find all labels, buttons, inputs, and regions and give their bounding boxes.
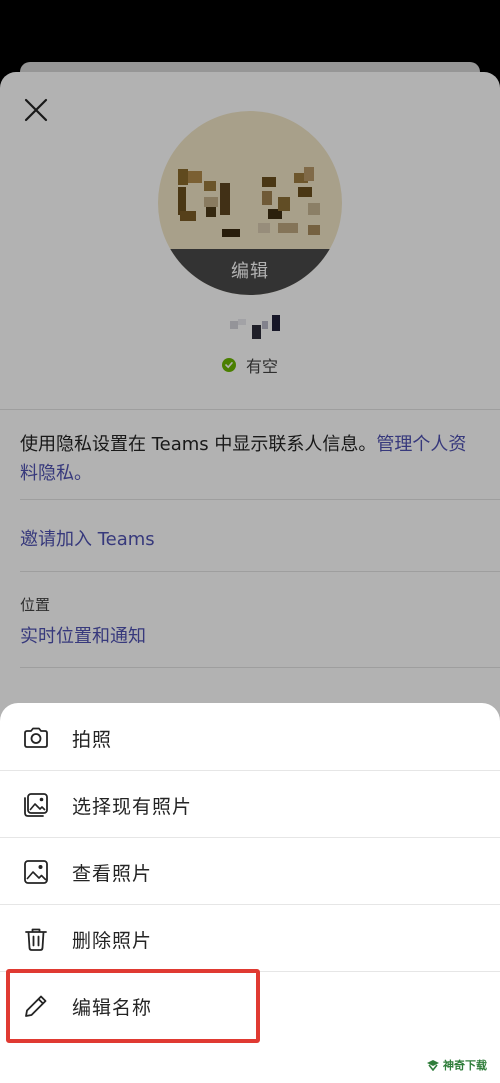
divider bbox=[0, 837, 500, 838]
watermark-text: 神奇下载 bbox=[443, 1059, 487, 1072]
view-photo-label: 查看照片 bbox=[72, 862, 153, 885]
choose-existing-photo-option[interactable]: 选择现有照片 bbox=[0, 772, 500, 838]
camera-icon bbox=[24, 727, 48, 748]
gallery-icon bbox=[24, 793, 48, 817]
watermark: 神奇下载 bbox=[426, 1057, 487, 1073]
view-photo-option[interactable]: 查看照片 bbox=[0, 839, 500, 905]
highlight-annotation bbox=[6, 969, 260, 1043]
choose-existing-photo-label: 选择现有照片 bbox=[72, 795, 193, 818]
divider bbox=[0, 770, 500, 771]
delete-photo-label: 删除照片 bbox=[72, 929, 153, 952]
take-photo-option[interactable]: 拍照 bbox=[0, 705, 500, 771]
watermark-logo-icon bbox=[427, 1060, 439, 1071]
trash-icon bbox=[25, 928, 47, 951]
take-photo-label: 拍照 bbox=[72, 728, 113, 751]
image-icon bbox=[24, 860, 48, 884]
divider bbox=[0, 904, 500, 905]
delete-photo-option[interactable]: 删除照片 bbox=[0, 906, 500, 972]
